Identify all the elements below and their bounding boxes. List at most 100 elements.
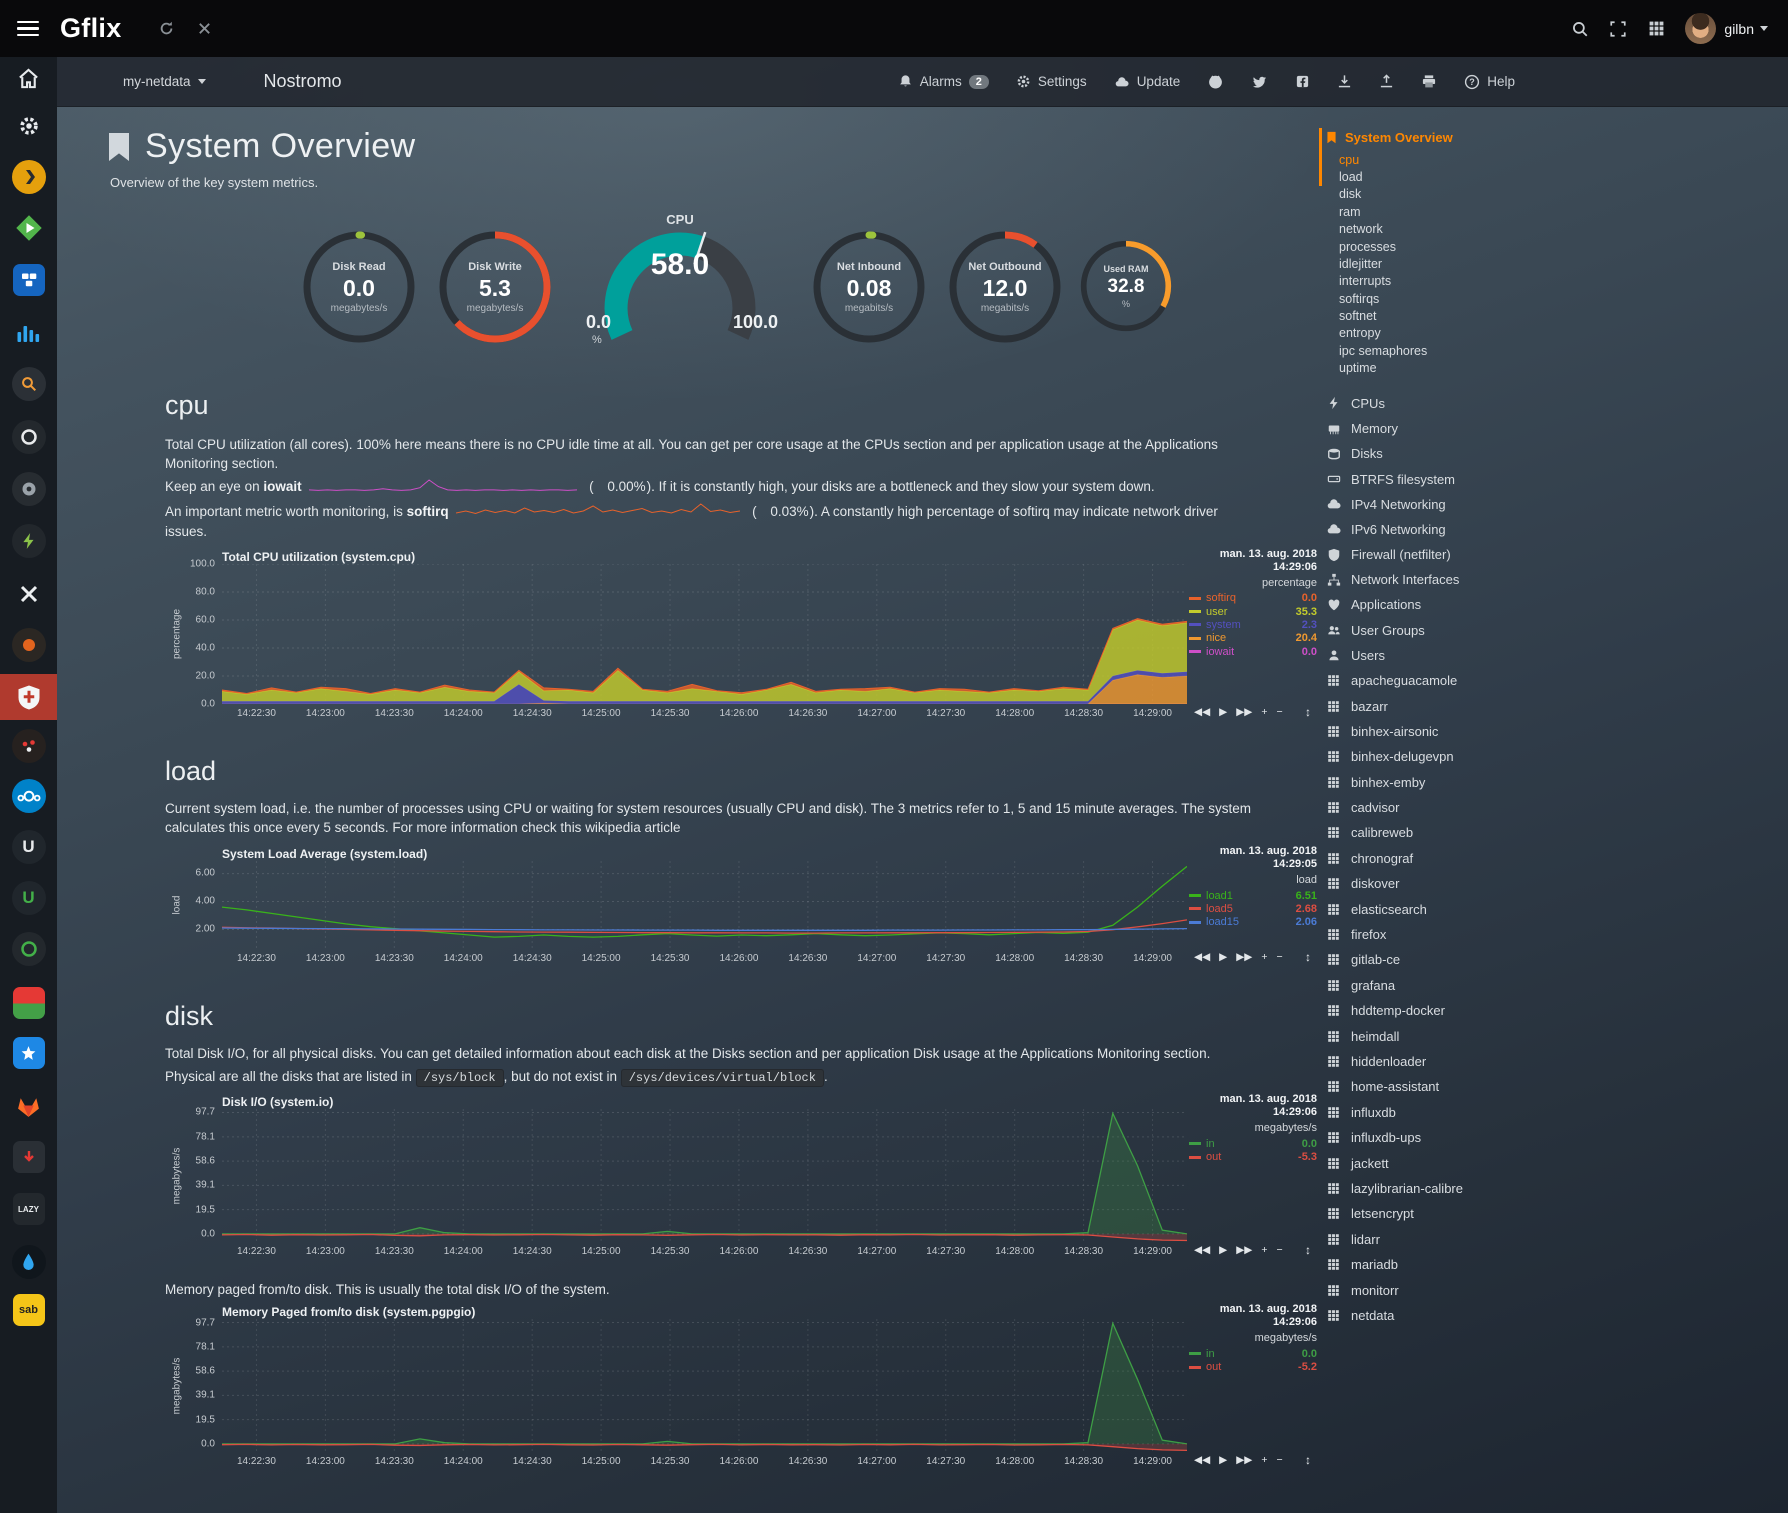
toc-app-apacheguacamole[interactable]: apacheguacamole	[1325, 668, 1765, 693]
toc-app-elasticsearch[interactable]: elasticsearch	[1325, 896, 1765, 921]
zoom-out-button[interactable]: −	[1277, 1244, 1283, 1256]
rail-app-disc-app[interactable]	[0, 466, 57, 512]
legend-load5[interactable]: load52.68	[1189, 902, 1317, 915]
refresh-button[interactable]	[148, 10, 186, 48]
play-button[interactable]: ▶	[1219, 951, 1227, 963]
export-button[interactable]	[1337, 74, 1352, 89]
legend-in[interactable]: in0.0	[1189, 1347, 1317, 1360]
legend-softirq[interactable]: softirq0.0	[1189, 592, 1317, 605]
rail-app-nextcloud[interactable]	[0, 773, 57, 819]
import-button[interactable]	[1379, 74, 1394, 89]
legend-load15[interactable]: load152.06	[1189, 916, 1317, 929]
toc-app-lazylibrarian-calibre[interactable]: lazylibrarian-calibre	[1325, 1176, 1765, 1201]
rail-app-settings[interactable]	[0, 103, 57, 149]
chart-canvas[interactable]	[222, 1109, 1187, 1242]
zoom-out-button[interactable]: −	[1277, 706, 1283, 718]
server-dropdown[interactable]: my-netdata	[123, 74, 206, 89]
toc-section-disks[interactable]: Disks	[1325, 441, 1765, 466]
zoom-in-button[interactable]: +	[1261, 706, 1267, 718]
toc-app-monitorr[interactable]: monitorr	[1325, 1277, 1765, 1302]
zoom-in-button[interactable]: +	[1261, 1454, 1267, 1466]
search-button[interactable]	[1561, 10, 1599, 48]
toc-app-jackett[interactable]: jackett	[1325, 1150, 1765, 1175]
toc-item-cpu[interactable]: cpu	[1325, 151, 1765, 168]
toc-section-system-overview[interactable]: System Overview	[1325, 130, 1765, 145]
toc-app-mariadb[interactable]: mariadb	[1325, 1252, 1765, 1277]
toc-section-btrfs-filesystem[interactable]: BTRFS filesystem	[1325, 466, 1765, 491]
toc-app-binhex-emby[interactable]: binhex-emby	[1325, 770, 1765, 795]
github-link[interactable]	[1207, 73, 1224, 90]
rail-app-home[interactable]	[0, 55, 57, 101]
play-button[interactable]: ▶	[1219, 706, 1227, 718]
gauge-cpu[interactable]: CPU58.00.0100.0%	[580, 212, 780, 348]
toc-app-heimdall[interactable]: heimdall	[1325, 1023, 1765, 1048]
apps-grid-button[interactable]	[1637, 10, 1675, 48]
rail-app-cadvisor[interactable]	[0, 518, 57, 564]
alarms-button[interactable]: Alarms 2	[898, 74, 989, 89]
toc-item-network[interactable]: network	[1325, 221, 1765, 238]
legend-iowait[interactable]: iowait0.0	[1189, 645, 1317, 658]
rail-app-u-app[interactable]: U	[0, 824, 57, 870]
rail-app-security-shield[interactable]	[0, 674, 57, 720]
toc-app-calibreweb[interactable]: calibreweb	[1325, 820, 1765, 845]
zoom-out-button[interactable]: −	[1277, 951, 1283, 963]
toc-app-letsencrypt[interactable]: letsencrypt	[1325, 1201, 1765, 1226]
resize-handle[interactable]: ↕	[1305, 950, 1311, 964]
rail-app-sabnzbd[interactable]: sab	[0, 1287, 57, 1333]
rail-app-dots-app[interactable]	[0, 723, 57, 769]
toc-app-influxdb-ups[interactable]: influxdb-ups	[1325, 1125, 1765, 1150]
toc-app-cadvisor[interactable]: cadvisor	[1325, 795, 1765, 820]
toc-section-user-groups[interactable]: User Groups	[1325, 618, 1765, 643]
rail-app-emby[interactable]	[0, 205, 57, 251]
gauge-net-inbound[interactable]: Net Inbound0.08megabits/s	[810, 228, 928, 346]
gauge-net-outbound[interactable]: Net Outbound12.0megabits/s	[946, 228, 1064, 346]
toc-item-idlejitter[interactable]: idlejitter	[1325, 255, 1765, 272]
resize-handle[interactable]: ↕	[1305, 1243, 1311, 1257]
toc-app-hddtemp-docker[interactable]: hddtemp-docker	[1325, 998, 1765, 1023]
toc-section-network-interfaces[interactable]: Network Interfaces	[1325, 567, 1765, 592]
pan-forward-button[interactable]: ▶▶	[1236, 706, 1252, 718]
avatar[interactable]	[1685, 13, 1716, 44]
twitter-link[interactable]	[1251, 74, 1268, 89]
toc-section-memory[interactable]: Memory	[1325, 416, 1765, 441]
toc-item-load[interactable]: load	[1325, 168, 1765, 185]
toc-app-home-assistant[interactable]: home-assistant	[1325, 1074, 1765, 1099]
print-button[interactable]	[1421, 74, 1437, 89]
toc-app-netdata[interactable]: netdata	[1325, 1303, 1765, 1328]
zoom-out-button[interactable]: −	[1277, 1454, 1283, 1466]
toc-item-processes[interactable]: processes	[1325, 238, 1765, 255]
rail-app-search-app[interactable]	[0, 361, 57, 407]
rail-app-airsonic[interactable]	[0, 310, 57, 356]
chart-canvas[interactable]	[222, 861, 1187, 949]
gauge-disk-read[interactable]: Disk Read0.0megabytes/s	[300, 228, 418, 346]
toc-app-gitlab-ce[interactable]: gitlab-ce	[1325, 947, 1765, 972]
pan-backward-button[interactable]: ◀◀	[1194, 1454, 1210, 1466]
rail-app-containers[interactable]	[0, 257, 57, 303]
legend-user[interactable]: user35.3	[1189, 605, 1317, 618]
legend-out[interactable]: out-5.3	[1189, 1150, 1317, 1163]
rail-app-star-app[interactable]	[0, 1030, 57, 1076]
legend-nice[interactable]: nice20.4	[1189, 632, 1317, 645]
pan-backward-button[interactable]: ◀◀	[1194, 706, 1210, 718]
facebook-link[interactable]	[1295, 74, 1310, 89]
toc-item-interrupts[interactable]: interrupts	[1325, 273, 1765, 290]
toc-app-diskover[interactable]: diskover	[1325, 871, 1765, 896]
rail-app-duotone-app[interactable]	[0, 980, 57, 1026]
toc-app-bazarr[interactable]: bazarr	[1325, 693, 1765, 718]
toc-app-binhex-airsonic[interactable]: binhex-airsonic	[1325, 719, 1765, 744]
rail-app-download-app[interactable]	[0, 1134, 57, 1180]
toc-section-ipv6-networking[interactable]: IPv6 Networking	[1325, 517, 1765, 542]
pan-forward-button[interactable]: ▶▶	[1236, 1454, 1252, 1466]
toc-item-softirqs[interactable]: softirqs	[1325, 290, 1765, 307]
user-menu[interactable]: gilbn	[1724, 21, 1768, 37]
pan-forward-button[interactable]: ▶▶	[1236, 951, 1252, 963]
pan-forward-button[interactable]: ▶▶	[1236, 1244, 1252, 1256]
legend-load1[interactable]: load16.51	[1189, 889, 1317, 902]
help-button[interactable]: ? Help	[1464, 74, 1515, 90]
toc-section-users[interactable]: Users	[1325, 643, 1765, 668]
update-button[interactable]: Update	[1114, 74, 1181, 89]
chart-canvas[interactable]	[222, 1319, 1187, 1452]
toc-app-firefox[interactable]: firefox	[1325, 922, 1765, 947]
rail-app-unraid[interactable]: U	[0, 875, 57, 921]
rail-app-drop-app[interactable]	[0, 1239, 57, 1285]
